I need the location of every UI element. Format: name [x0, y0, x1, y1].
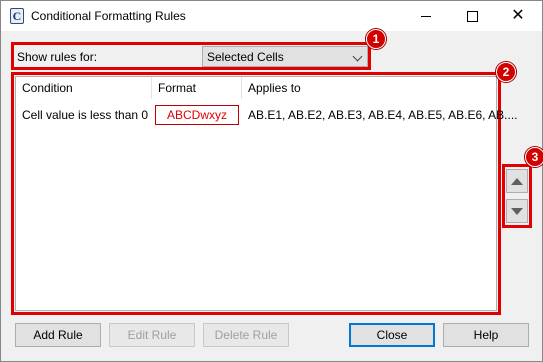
annotation-badge-2: 2: [496, 62, 516, 82]
move-down-icon: [511, 207, 523, 215]
edit-rule-button[interactable]: Edit Rule: [109, 323, 195, 347]
minimize-icon: [421, 15, 431, 17]
title-bar: C Conditional Formatting Rules ✕: [1, 1, 542, 31]
column-header-applies-to[interactable]: Applies to: [242, 77, 472, 99]
rule-row[interactable]: Cell value is less than 0 ABCDwxyz AB.E1…: [16, 103, 518, 127]
minimize-button[interactable]: [403, 1, 449, 31]
move-rule-up-button[interactable]: [506, 169, 528, 193]
app-icon: C: [10, 8, 24, 24]
close-icon: ✕: [511, 7, 525, 24]
window-title: Conditional Formatting Rules: [31, 9, 186, 23]
rules-list-section: Condition Format Applies to Cell value i…: [11, 72, 518, 315]
close-window-button[interactable]: ✕: [495, 1, 541, 31]
show-rules-dropdown[interactable]: Selected Cells: [202, 46, 368, 67]
delete-rule-button[interactable]: Delete Rule: [203, 323, 289, 347]
help-button[interactable]: Help: [443, 323, 529, 347]
move-rule-down-button[interactable]: [506, 199, 528, 223]
maximize-icon: [466, 10, 478, 22]
column-header-condition[interactable]: Condition: [16, 77, 152, 99]
conditional-formatting-dialog: C Conditional Formatting Rules ✕ Show ru…: [0, 0, 543, 362]
rule-applies-to[interactable]: AB.E1, AB.E2, AB.E3, AB.E4, AB.E5, AB.E6…: [248, 103, 518, 127]
show-rules-selected-value: Selected Cells: [207, 50, 284, 64]
annotation-badge-1: 1: [366, 29, 386, 49]
maximize-button[interactable]: [449, 1, 495, 31]
close-button[interactable]: Close: [349, 323, 435, 347]
move-up-icon: [511, 177, 523, 185]
show-rules-section: Show rules for: Selected Cells: [11, 42, 371, 70]
rule-condition: Cell value is less than 0: [22, 108, 149, 122]
add-rule-button[interactable]: Add Rule: [15, 323, 101, 347]
show-rules-label: Show rules for:: [17, 50, 98, 64]
chevron-down-icon: [352, 51, 363, 62]
column-header-format[interactable]: Format: [152, 77, 242, 99]
rule-format-preview[interactable]: ABCDwxyz: [155, 105, 239, 125]
annotation-badge-3: 3: [525, 147, 543, 167]
rule-order-controls: [502, 164, 532, 228]
rules-list[interactable]: Condition Format Applies to Cell value i…: [15, 76, 518, 311]
